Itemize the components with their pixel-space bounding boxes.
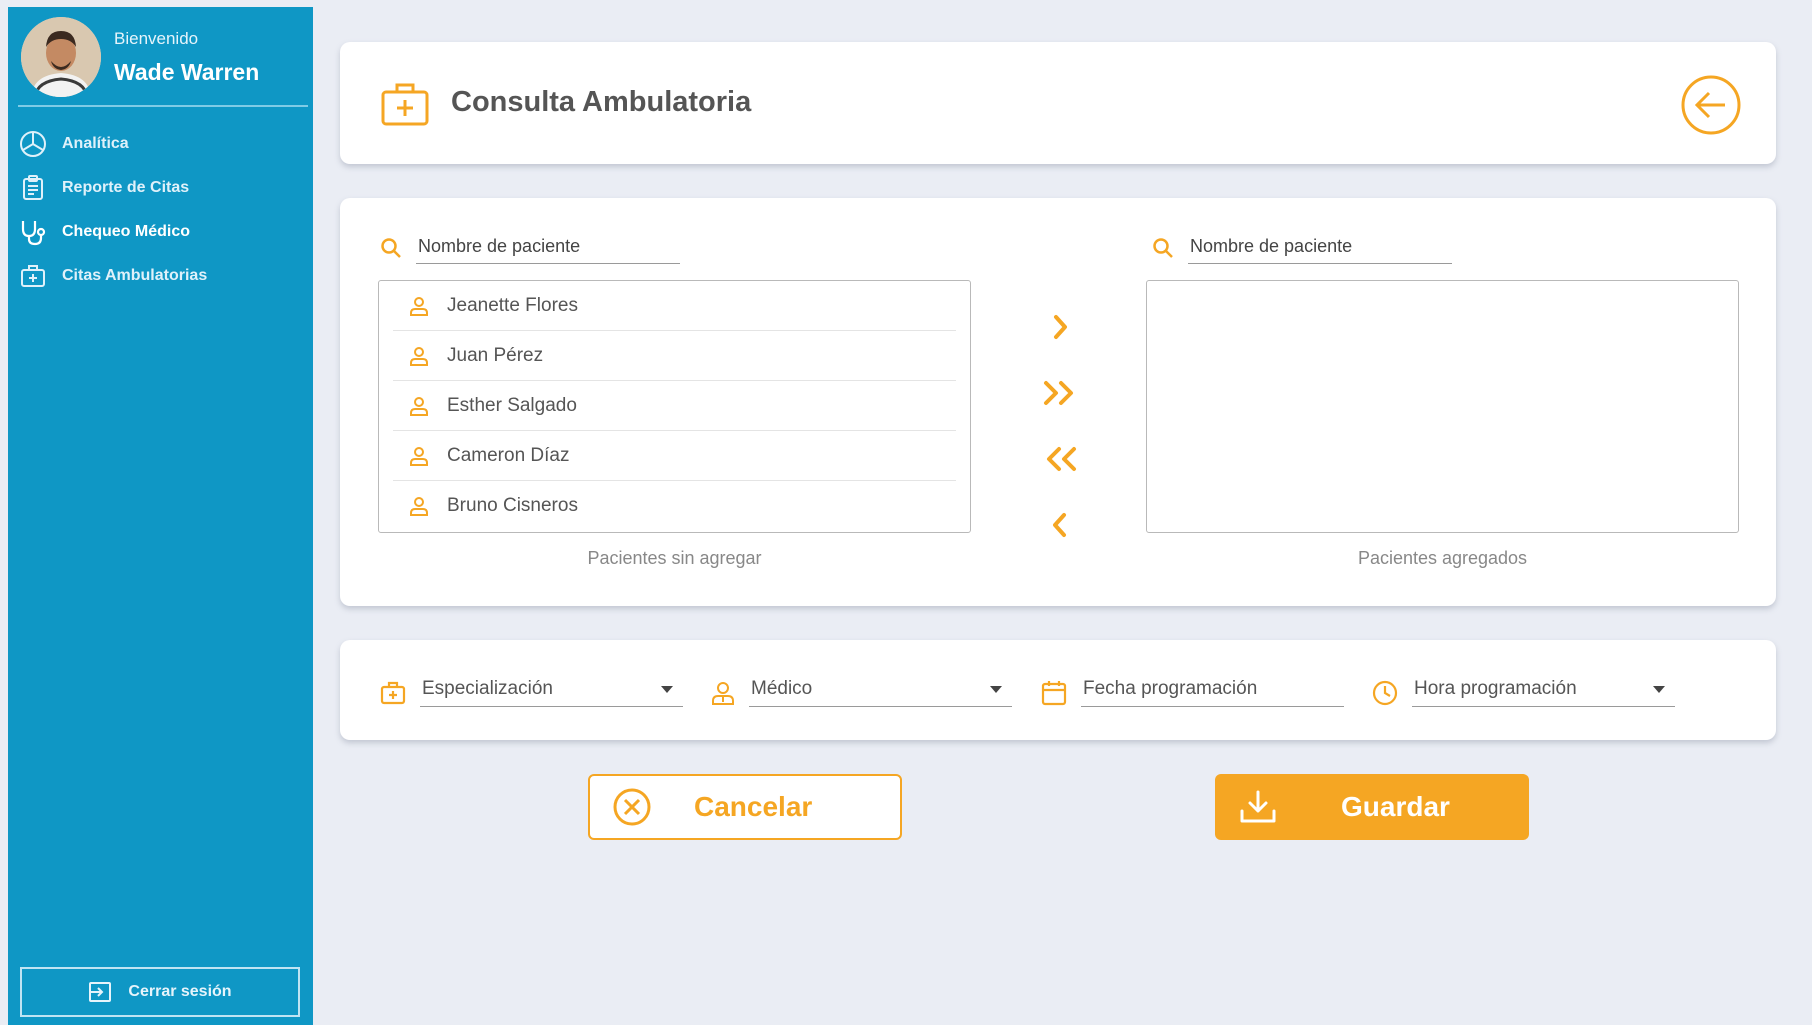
sidebar-item-chequeo-medico[interactable]: Chequeo Médico bbox=[18, 210, 308, 254]
medical-case-icon bbox=[380, 82, 430, 131]
available-patients-list: Jeanette Flores Juan Pérez Esther Salgad… bbox=[378, 280, 971, 533]
date-field: Fecha programación bbox=[1041, 678, 1344, 707]
date-label: Fecha programación bbox=[1083, 678, 1258, 699]
time-select[interactable]: Hora programación bbox=[1412, 678, 1675, 707]
save-label: Guardar bbox=[1341, 791, 1450, 822]
date-input[interactable]: Fecha programación bbox=[1081, 678, 1344, 707]
search-icon bbox=[1153, 238, 1173, 258]
doctor-field: Médico bbox=[711, 678, 1012, 707]
doctor-label: Médico bbox=[751, 678, 813, 699]
logout-icon bbox=[89, 982, 112, 1002]
move-all-left-button[interactable] bbox=[1040, 439, 1080, 479]
patient-name: Jeanette Flores bbox=[447, 294, 578, 316]
sidebar-item-label: Reporte de Citas bbox=[62, 179, 190, 196]
search-icon bbox=[381, 238, 401, 258]
patient-name: Juan Pérez bbox=[447, 344, 544, 366]
sidebar-item-label: Citas Ambulatorias bbox=[62, 267, 208, 284]
chevron-down-icon bbox=[661, 685, 673, 693]
added-patients-list[interactable] bbox=[1146, 280, 1739, 533]
sidebar-divider bbox=[18, 105, 308, 107]
clock-icon bbox=[1372, 680, 1398, 705]
time-field: Hora programación bbox=[1372, 678, 1675, 707]
move-left-button[interactable] bbox=[1040, 505, 1080, 545]
avatar[interactable] bbox=[21, 17, 101, 97]
cancel-button[interactable]: Cancelar bbox=[588, 774, 902, 840]
patient-name: Cameron Díaz bbox=[447, 444, 570, 466]
chevron-down-icon bbox=[1653, 685, 1665, 693]
user-icon bbox=[410, 497, 428, 516]
welcome-text: Bienvenido bbox=[114, 29, 199, 48]
move-right-button[interactable] bbox=[1040, 307, 1080, 347]
time-label: Hora programación bbox=[1414, 678, 1577, 699]
logout-label: Cerrar sesión bbox=[128, 983, 232, 1000]
available-patients-caption: Pacientes sin agregar bbox=[587, 548, 762, 568]
sidebar-item-analitica[interactable]: Analítica bbox=[18, 122, 308, 166]
double-chevron-left-icon bbox=[1047, 447, 1076, 471]
medical-case-icon bbox=[380, 681, 406, 704]
doctor-icon bbox=[712, 681, 734, 705]
double-chevron-right-icon bbox=[1044, 381, 1073, 405]
specialization-field: Especialización bbox=[380, 678, 683, 707]
pie-chart-icon bbox=[18, 129, 48, 159]
arrow-left-icon bbox=[1681, 75, 1741, 135]
save-button[interactable]: Guardar bbox=[1215, 774, 1529, 840]
sidebar-item-label: Analítica bbox=[62, 135, 129, 152]
list-item[interactable]: Cameron Díaz bbox=[393, 431, 956, 481]
sidebar-item-reporte-citas[interactable]: Reporte de Citas bbox=[18, 166, 308, 210]
sidebar-item-citas-ambulatorias[interactable]: Citas Ambulatorias bbox=[18, 254, 308, 298]
right-search-input[interactable] bbox=[1188, 232, 1452, 264]
download-icon bbox=[1240, 790, 1276, 823]
move-all-right-button[interactable] bbox=[1040, 373, 1080, 413]
list-item[interactable]: Juan Pérez bbox=[393, 331, 956, 381]
sidebar: Bienvenido Wade Warren Analítica Reporte… bbox=[8, 7, 313, 1025]
user-icon bbox=[410, 446, 428, 466]
specialization-label: Especialización bbox=[422, 678, 553, 699]
patient-name: Esther Salgado bbox=[447, 394, 577, 416]
header-card: Consulta Ambulatoria bbox=[340, 42, 1776, 164]
right-search bbox=[1152, 232, 1452, 264]
chevron-down-icon bbox=[990, 685, 1002, 693]
chevron-right-icon bbox=[1054, 315, 1067, 339]
page-title: Consulta Ambulatoria bbox=[451, 86, 752, 118]
doctor-select[interactable]: Médico bbox=[749, 678, 1012, 707]
cancel-label: Cancelar bbox=[694, 791, 813, 822]
user-icon bbox=[410, 396, 428, 416]
medical-case-icon bbox=[18, 261, 48, 291]
stethoscope-icon bbox=[18, 217, 48, 247]
close-circle-icon bbox=[613, 788, 651, 826]
sidebar-nav: Analítica Reporte de Citas Chequeo Médic… bbox=[18, 122, 308, 298]
chevron-left-icon bbox=[1053, 513, 1066, 537]
list-item[interactable]: Esther Salgado bbox=[393, 381, 956, 431]
patient-name: Bruno Cisneros bbox=[447, 495, 578, 516]
left-search-input[interactable] bbox=[416, 232, 680, 264]
added-patients-caption: Pacientes agregados bbox=[1357, 548, 1528, 568]
list-item[interactable]: Jeanette Flores bbox=[393, 281, 956, 331]
list-item[interactable]: Bruno Cisneros bbox=[393, 481, 956, 531]
left-search bbox=[380, 232, 680, 264]
sidebar-item-label: Chequeo Médico bbox=[62, 223, 191, 240]
calendar-icon bbox=[1041, 680, 1067, 705]
clipboard-icon bbox=[18, 173, 48, 203]
user-name: Wade Warren bbox=[114, 59, 260, 85]
logout-button[interactable]: Cerrar sesión bbox=[20, 967, 300, 1017]
user-icon bbox=[410, 346, 428, 366]
back-button[interactable] bbox=[1680, 74, 1742, 141]
user-icon bbox=[410, 296, 428, 316]
specialization-select[interactable]: Especialización bbox=[420, 678, 683, 707]
